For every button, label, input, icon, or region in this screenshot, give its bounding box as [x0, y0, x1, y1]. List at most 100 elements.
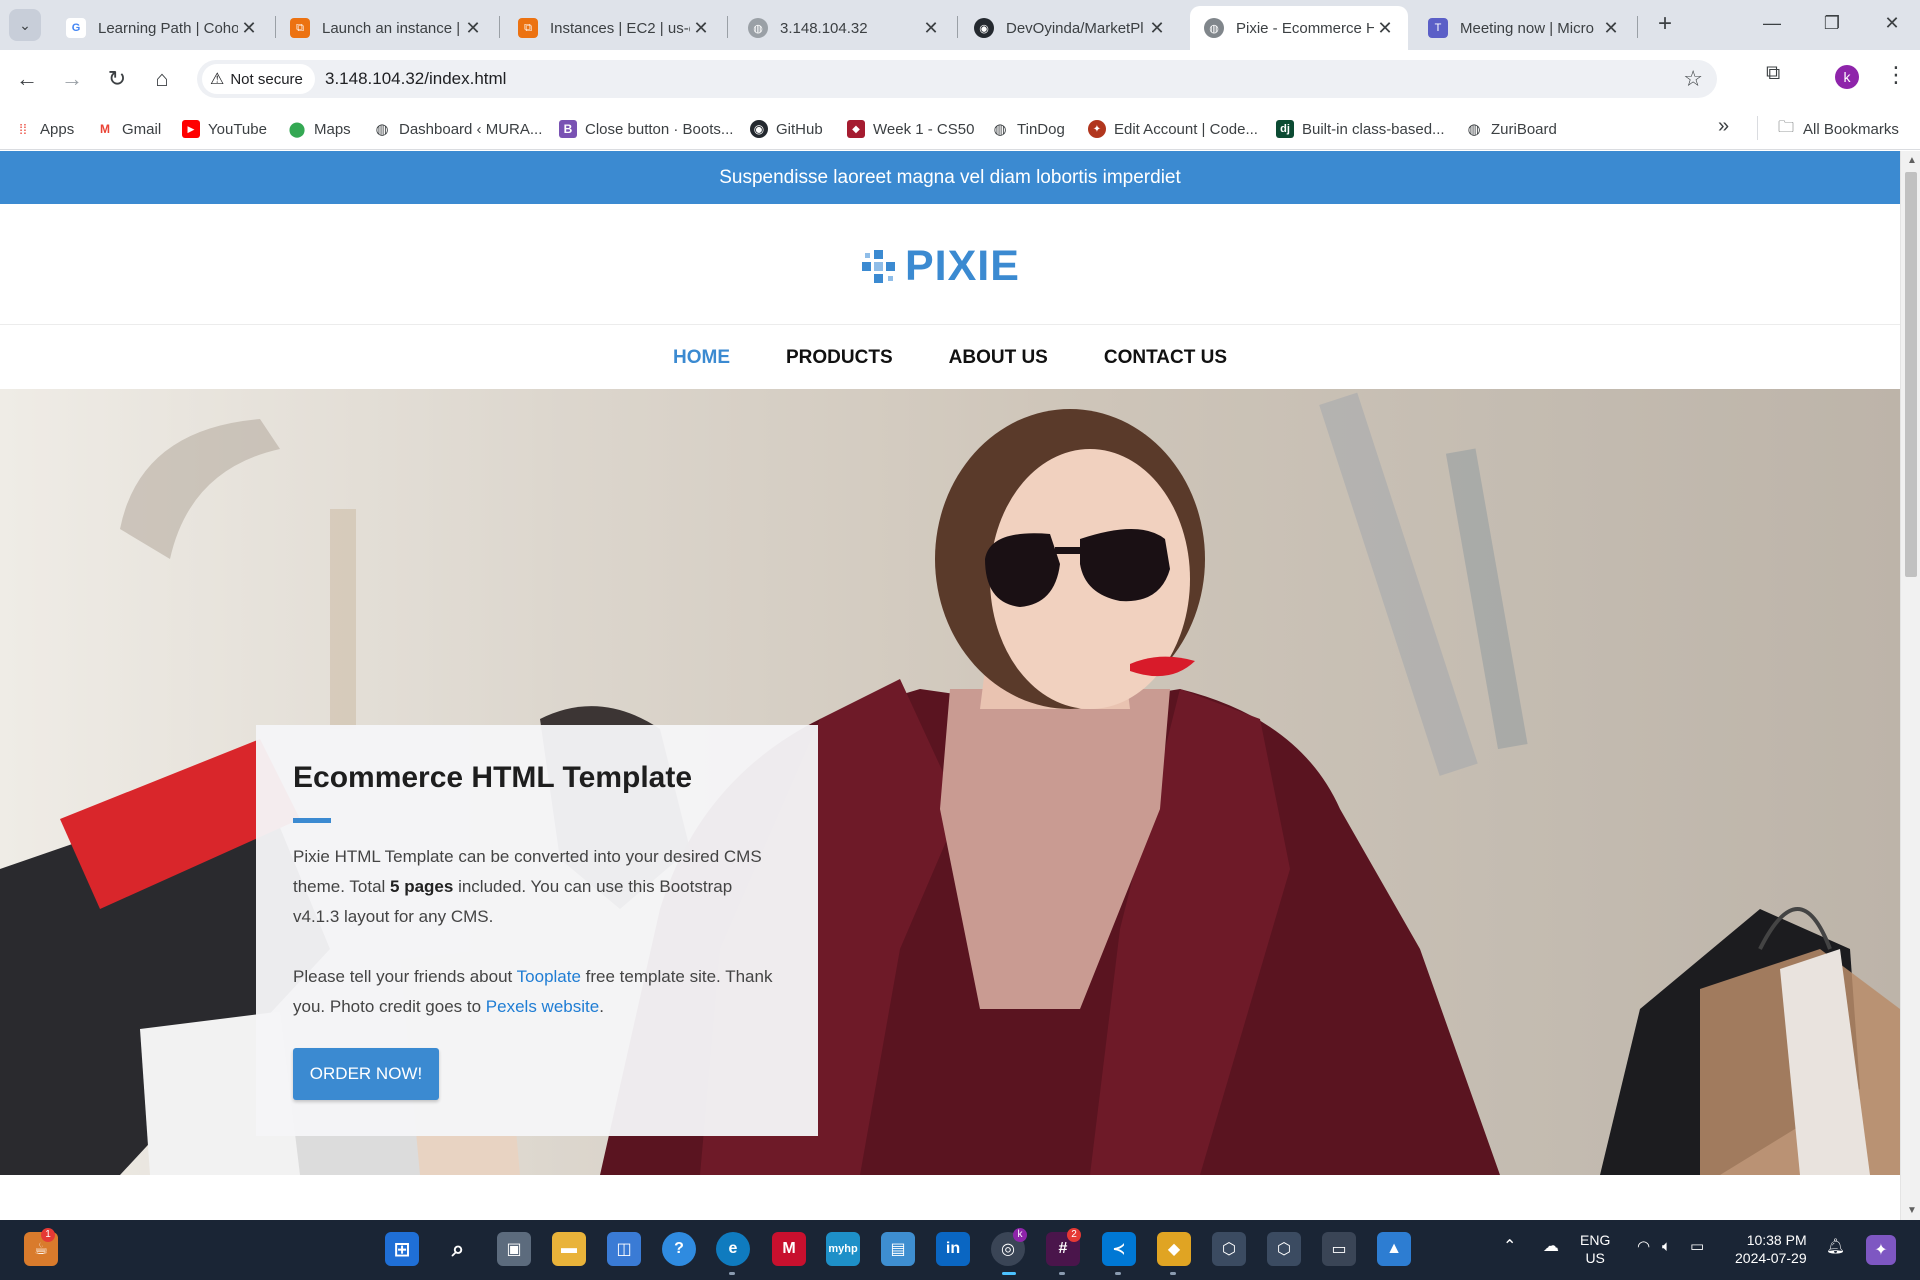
- close-icon[interactable]: ✕: [690, 18, 712, 39]
- close-icon[interactable]: ✕: [462, 18, 484, 39]
- page-viewport: Suspendisse laoreet magna vel diam lobor…: [0, 151, 1920, 1220]
- site-logo[interactable]: PIXIE: [862, 242, 1020, 291]
- git-icon[interactable]: ◆: [1157, 1232, 1191, 1266]
- bookmark-codewars[interactable]: ✦ Edit Account | Code...: [1088, 117, 1258, 141]
- bookmark-cs50[interactable]: ◆ Week 1 - CS50: [847, 117, 974, 141]
- bookmark-close-button[interactable]: B Close button · Boots...: [559, 117, 733, 141]
- scrollbar-thumb[interactable]: [1905, 172, 1917, 577]
- double-chevron-right-icon[interactable]: »: [1718, 115, 1729, 138]
- screen-app-icon[interactable]: ▭: [1322, 1232, 1356, 1266]
- bookmark-django[interactable]: dj Built-in class-based...: [1276, 117, 1445, 141]
- bookmark-apps[interactable]: ⁞⁞ Apps: [14, 117, 74, 141]
- close-icon[interactable]: ✕: [920, 18, 942, 39]
- bookmark-label: Gmail: [122, 120, 162, 138]
- tab-github-repo[interactable]: ◉ DevOyinda/MarketPl ✕: [960, 6, 1180, 50]
- close-icon[interactable]: ✕: [238, 18, 260, 39]
- windows-start-icon[interactable]: ⊞: [385, 1232, 419, 1266]
- new-tab-button[interactable]: +: [1650, 10, 1680, 40]
- globe-icon: ◍: [1204, 18, 1224, 38]
- file-explorer-icon[interactable]: ▬: [552, 1232, 586, 1266]
- bookmark-gmail[interactable]: M Gmail: [96, 117, 161, 141]
- language-indicator[interactable]: ENG US: [1580, 1231, 1610, 1267]
- aws-icon: ⧉: [290, 18, 310, 38]
- edge-browser-icon[interactable]: e: [716, 1232, 750, 1266]
- bookmark-label: Close button · Boots...: [585, 120, 734, 138]
- teams-icon: T: [1428, 18, 1448, 38]
- order-now-button[interactable]: ORDER NOW!: [293, 1048, 439, 1100]
- bookmark-github[interactable]: ◉ GitHub: [750, 117, 823, 141]
- tab-instances-ec2[interactable]: ⧉ Instances | EC2 | us-e ✕: [504, 6, 724, 50]
- kebab-menu-icon[interactable]: ⋮: [1885, 62, 1907, 88]
- bookmark-youtube[interactable]: ▶ YouTube: [182, 117, 267, 141]
- bookmark-tindog[interactable]: ◍ TinDog: [991, 117, 1064, 141]
- tab-strip: ⌄ G Learning Path | Coho ✕ ⧉ Launch an i…: [0, 0, 1920, 50]
- tab-pixie-active[interactable]: ◍ Pixie - Ecommerce H ✕: [1190, 6, 1408, 50]
- reload-button[interactable]: ↻: [101, 63, 133, 95]
- nav-products[interactable]: PRODUCTS: [786, 347, 893, 369]
- help-icon[interactable]: ?: [662, 1232, 696, 1266]
- tab-learning-path[interactable]: G Learning Path | Coho ✕: [52, 6, 272, 50]
- close-window-button[interactable]: ✕: [1870, 8, 1914, 38]
- hero-credit: Please tell your friends about Tooplate …: [293, 962, 781, 1022]
- virtualbox-icon[interactable]: ⬡: [1212, 1232, 1246, 1266]
- bookmark-star-icon[interactable]: ☆: [1683, 66, 1703, 92]
- notification-bell-icon[interactable]: 🔔︎: [1826, 1238, 1845, 1256]
- home-button[interactable]: ⌂: [146, 63, 178, 95]
- chevron-up-icon[interactable]: ⌃: [1503, 1238, 1516, 1256]
- bookmark-zuriboard[interactable]: ◍ ZuriBoard: [1465, 117, 1556, 141]
- minimize-button[interactable]: —: [1750, 8, 1794, 38]
- vscode-icon[interactable]: ≺: [1102, 1232, 1136, 1266]
- forward-button[interactable]: →: [56, 63, 88, 95]
- copilot-icon[interactable]: ✦: [1866, 1235, 1896, 1265]
- battery-icon[interactable]: ▭: [1690, 1238, 1704, 1256]
- microsoft-store-icon[interactable]: ◫: [607, 1232, 641, 1266]
- bookmark-label: Built-in class-based...: [1302, 120, 1445, 138]
- remote-desktop-icon[interactable]: ▤: [881, 1232, 915, 1266]
- linkedin-icon[interactable]: in: [936, 1232, 970, 1266]
- pexels-link[interactable]: Pexels website: [486, 997, 599, 1016]
- logo-text: PIXIE: [905, 242, 1020, 290]
- search-icon[interactable]: ⌕: [441, 1232, 475, 1266]
- nav-about-us[interactable]: ABOUT US: [949, 347, 1048, 369]
- photos-icon[interactable]: ▲: [1377, 1232, 1411, 1266]
- onedrive-icon[interactable]: ☁: [1543, 1238, 1559, 1256]
- myhp-icon[interactable]: myhp: [826, 1232, 860, 1266]
- wifi-icon[interactable]: ◠: [1637, 1238, 1650, 1256]
- volume-icon[interactable]: 🔈︎: [1662, 1238, 1671, 1256]
- nav-home[interactable]: HOME: [673, 347, 730, 369]
- restore-button[interactable]: ❐: [1810, 8, 1854, 38]
- task-view-icon[interactable]: ▣: [497, 1232, 531, 1266]
- url-text[interactable]: 3.148.104.32/index.html: [325, 69, 506, 89]
- bookmark-dashboard[interactable]: ◍ Dashboard ‹ MURA...: [373, 117, 542, 141]
- site-info-button[interactable]: ⚠ Not secure: [202, 64, 315, 94]
- globe-icon: ◍: [993, 121, 1007, 138]
- tooplate-link[interactable]: Tooplate: [517, 967, 581, 986]
- nav-contact-us[interactable]: CONTACT US: [1104, 347, 1227, 369]
- cube-app-icon[interactable]: ⬡: [1267, 1232, 1301, 1266]
- mcafee-icon[interactable]: M: [772, 1232, 806, 1266]
- page-scrollbar[interactable]: ▲ ▼: [1900, 151, 1920, 1220]
- tab-ip-address[interactable]: ◍ 3.148.104.32 ✕: [734, 6, 954, 50]
- scroll-down-icon[interactable]: ▼: [1907, 1205, 1917, 1216]
- tab-title: DevOyinda/MarketPl: [1006, 19, 1144, 37]
- clock-date: 2024-07-29: [1735, 1250, 1807, 1266]
- close-icon[interactable]: ✕: [1146, 18, 1168, 39]
- tab-launch-instance[interactable]: ⧉ Launch an instance | ✕: [276, 6, 496, 50]
- bookmark-label: Dashboard ‹ MURA...: [399, 120, 543, 138]
- tab-teams-meeting[interactable]: T Meeting now | Micro ✕: [1414, 6, 1634, 50]
- gmail-icon: M: [100, 122, 110, 136]
- clock[interactable]: 10:38 PM 2024-07-29: [1735, 1231, 1807, 1267]
- profile-avatar[interactable]: k: [1835, 65, 1859, 89]
- close-icon[interactable]: ✕: [1374, 18, 1396, 39]
- scroll-up-icon[interactable]: ▲: [1907, 155, 1917, 166]
- bookmark-maps[interactable]: ⬤ Maps: [288, 117, 351, 141]
- tab-title: 3.148.104.32: [780, 19, 868, 37]
- tab-search-button[interactable]: ⌄: [9, 9, 41, 41]
- all-bookmarks[interactable]: 🗀 All Bookmarks: [1777, 117, 1899, 141]
- back-button[interactable]: ←: [11, 63, 43, 95]
- bookmark-label: Maps: [314, 120, 351, 138]
- address-bar[interactable]: ⚠ Not secure 3.148.104.32/index.html ☆: [197, 60, 1717, 98]
- not-secure-label: Not secure: [230, 70, 303, 88]
- extensions-icon[interactable]: ⧉: [1766, 62, 1780, 85]
- close-icon[interactable]: ✕: [1600, 18, 1622, 39]
